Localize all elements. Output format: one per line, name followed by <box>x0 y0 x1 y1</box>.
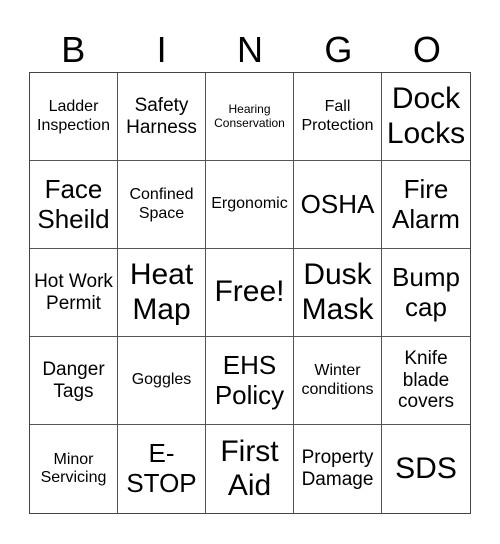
bingo-cell[interactable]: Bump cap <box>382 249 470 337</box>
header-letter-n: N <box>237 29 264 70</box>
bingo-cell-label: SDS <box>395 451 457 485</box>
bingo-cell-label: Dock Locks <box>386 82 466 150</box>
bingo-cell-label: Minor Servicing <box>40 450 107 486</box>
bingo-cell[interactable]: Knife blade covers <box>382 337 470 425</box>
bingo-cell[interactable]: Ladder Inspection <box>30 73 118 161</box>
bingo-cell-label: Heat Map <box>129 258 194 326</box>
bingo-cell-label: Hot Work Permit <box>34 270 113 314</box>
bingo-cell[interactable]: Heat Map <box>118 249 206 337</box>
bingo-cell-label: Fall Protection <box>301 98 374 134</box>
bingo-cell-free[interactable]: Free! <box>206 249 294 337</box>
bingo-cell-label: Free! <box>214 275 285 309</box>
bingo-cell-label: Dusk Mask <box>301 258 374 326</box>
bingo-cell[interactable]: Winter conditions <box>294 337 382 425</box>
bingo-grid: Ladder Inspection Safety Harness Hearing C… <box>29 72 471 514</box>
bingo-cell-label: Winter conditions <box>301 362 374 398</box>
bingo-cell-label: Danger Tags <box>42 358 105 402</box>
bingo-cell-label: First Aid <box>220 434 279 503</box>
bingo-cell-label: E-STOP <box>126 438 197 498</box>
bingo-cell-label: EHS Policy <box>214 349 285 410</box>
bingo-cell[interactable]: First Aid <box>206 425 294 513</box>
bingo-cell[interactable]: Dusk Mask <box>294 249 382 337</box>
bingo-cell-label: Hearing Conservation <box>214 101 285 130</box>
bingo-cell-label: Confined Space <box>129 186 194 222</box>
bingo-cell[interactable]: Minor Servicing <box>30 425 118 513</box>
bingo-cell-label: Goggles <box>131 371 192 389</box>
bingo-cell[interactable]: Danger Tags <box>30 337 118 425</box>
header-letter-i: I <box>156 29 167 70</box>
bingo-cell[interactable]: E-STOP <box>118 425 206 513</box>
bingo-cell[interactable]: Dock Locks <box>382 73 470 161</box>
bingo-header: B I N G O <box>29 28 471 72</box>
header-letter-b: B <box>61 29 86 70</box>
bingo-cell-label: Safety Harness <box>126 94 197 138</box>
bingo-cell[interactable]: EHS Policy <box>206 337 294 425</box>
bingo-cell[interactable]: Fall Protection <box>294 73 382 161</box>
bingo-cell[interactable]: SDS <box>382 425 470 513</box>
bingo-cell[interactable]: Goggles <box>118 337 206 425</box>
header-letter-g: G <box>324 29 353 70</box>
bingo-cell[interactable]: Ergonomic <box>206 161 294 249</box>
bingo-cell[interactable]: OSHA <box>294 161 382 249</box>
bingo-cell[interactable]: Hearing Conservation <box>206 73 294 161</box>
bingo-cell-label: Fire Alarm <box>392 173 460 234</box>
bingo-cell-label: Face Sheild <box>37 173 110 234</box>
bingo-cell-label: Ladder Inspection <box>37 98 110 134</box>
bingo-cell-label: Knife blade covers <box>398 347 454 413</box>
bingo-cell[interactable]: Safety Harness <box>118 73 206 161</box>
bingo-cell[interactable]: Face Sheild <box>30 161 118 249</box>
bingo-cell[interactable]: Confined Space <box>118 161 206 249</box>
bingo-cell-label: Ergonomic <box>211 195 288 213</box>
bingo-cell-label: OSHA <box>300 188 375 219</box>
bingo-cell-label: Bump cap <box>392 261 460 322</box>
header-letter-o: O <box>412 29 441 70</box>
bingo-cell[interactable]: Fire Alarm <box>382 161 470 249</box>
bingo-cell[interactable]: Property Damage <box>294 425 382 513</box>
bingo-cell[interactable]: Hot Work Permit <box>30 249 118 337</box>
bingo-cell-label: Property Damage <box>301 447 374 490</box>
